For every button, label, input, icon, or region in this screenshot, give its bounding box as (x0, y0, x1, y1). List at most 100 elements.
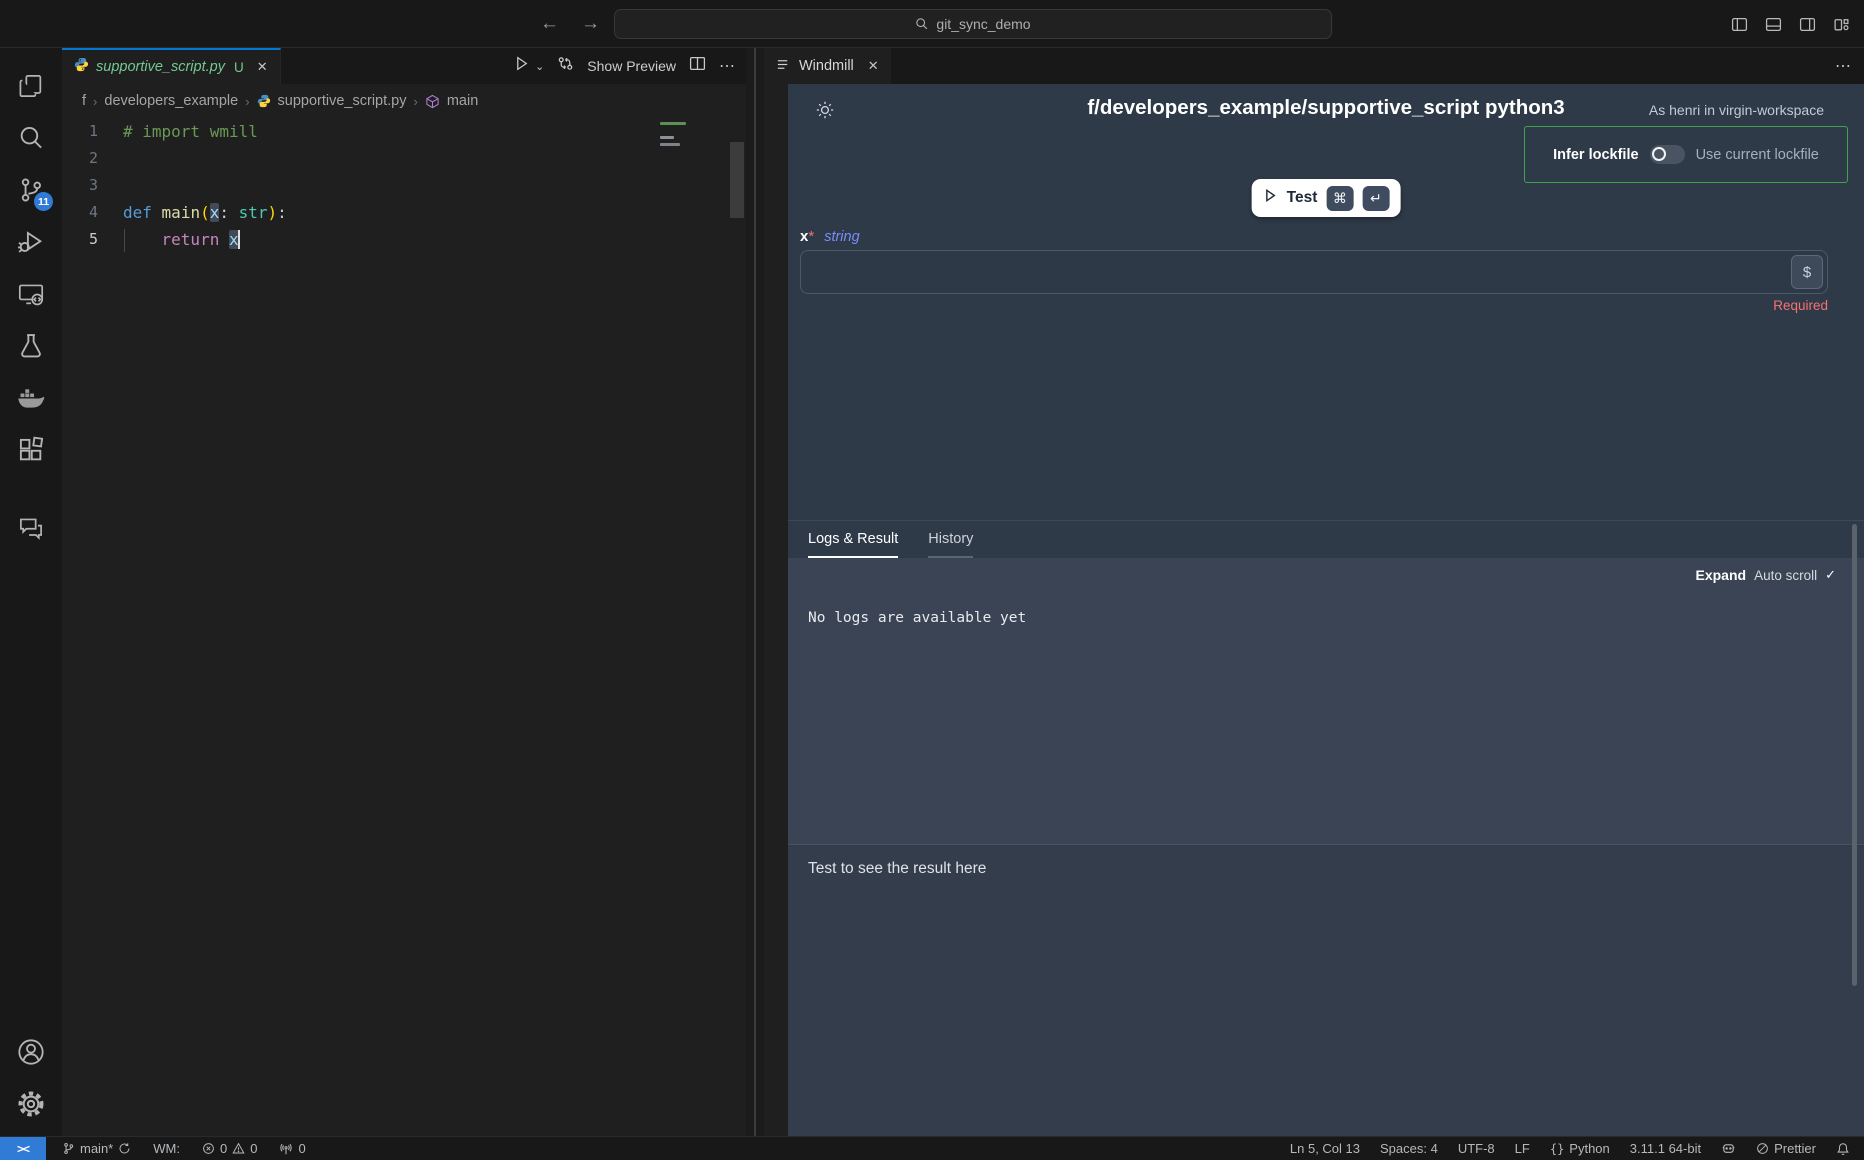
schema-form: x* string $ Required (800, 228, 1828, 313)
copilot-icon[interactable] (1721, 1141, 1736, 1156)
run-python-file-icon[interactable] (513, 55, 530, 77)
search-icon (915, 17, 929, 31)
account-icon[interactable] (7, 1026, 55, 1078)
tab-windmill[interactable]: Windmill ✕ (764, 48, 891, 84)
code-line-content: # import wmill (123, 118, 258, 145)
code-line[interactable]: 3 (62, 172, 746, 199)
variable-picker-button[interactable]: $ (1791, 255, 1823, 289)
code-token: return (162, 230, 220, 249)
code-token: : (219, 203, 238, 222)
source-control-icon[interactable]: 11 (7, 164, 55, 216)
remote-explorer-icon[interactable] (7, 268, 55, 320)
branch-status[interactable]: main* (62, 1141, 131, 1156)
python-interpreter[interactable]: 3.11.1 64-bit (1630, 1141, 1701, 1156)
code-line[interactable]: 1# import wmill (62, 118, 746, 145)
toggle-primary-sidebar-icon[interactable] (1731, 16, 1748, 33)
indentation[interactable]: Spaces: 4 (1380, 1141, 1438, 1156)
code-lines: 1# import wmill234def main(x: str):5 ret… (62, 118, 746, 253)
warning-icon (232, 1142, 245, 1155)
indent-guide (124, 229, 125, 252)
tab-history[interactable]: History (928, 521, 973, 558)
testing-icon[interactable] (7, 320, 55, 372)
tab-close-icon[interactable]: ✕ (257, 59, 268, 75)
windmill-webview: f/developers_example/supportive_script p… (788, 84, 1864, 1136)
customize-layout-icon[interactable] (1833, 16, 1850, 33)
infer-lockfile-label: Infer lockfile (1553, 147, 1638, 163)
line-number: 3 (62, 172, 123, 199)
x-argument-input[interactable] (800, 250, 1828, 294)
port-count: 0 (298, 1141, 305, 1156)
breadcrumb-root[interactable]: f (82, 93, 86, 109)
extensions-icon[interactable] (7, 424, 55, 476)
lockfile-toggle[interactable] (1650, 145, 1685, 164)
ports-status[interactable]: 0 (279, 1141, 305, 1156)
settings-gear-icon[interactable] (7, 1078, 55, 1130)
use-current-lockfile-label: Use current lockfile (1696, 147, 1819, 163)
minimap[interactable] (660, 122, 702, 150)
webview-scrollbar[interactable] (1852, 524, 1857, 986)
search-view-icon[interactable] (7, 112, 55, 164)
code-token: x (210, 203, 220, 222)
python-file-icon (74, 57, 89, 77)
tab-logs-result[interactable]: Logs & Result (808, 521, 898, 558)
python-file-icon (257, 94, 271, 108)
error-count: 0 (220, 1141, 227, 1156)
code-token: main (162, 203, 201, 222)
nav-back-icon[interactable]: ← (540, 13, 559, 35)
comments-icon[interactable] (7, 502, 55, 554)
run-debug-icon[interactable] (7, 216, 55, 268)
editor-scrollbar[interactable] (730, 142, 744, 218)
breadcrumb-symbol[interactable]: main (447, 93, 478, 109)
remote-icon: >< (17, 1142, 29, 1156)
breadcrumb-folder[interactable]: developers_example (104, 93, 238, 109)
language-mode[interactable]: {} Python (1550, 1141, 1610, 1156)
autoscroll-label[interactable]: Auto scroll (1754, 568, 1817, 583)
code-token: # import wmill (123, 122, 258, 141)
result-placeholder: Test to see the result here (788, 846, 1864, 878)
eol-sequence[interactable]: LF (1515, 1141, 1530, 1156)
windmill-more-actions-icon[interactable]: ⋯ (1835, 56, 1852, 76)
editor-split-sash[interactable] (746, 48, 764, 1136)
cursor-position[interactable]: Ln 5, Col 13 (1290, 1141, 1360, 1156)
split-editor-icon[interactable] (689, 55, 706, 77)
test-button[interactable]: Test ⌘ ↵ (1252, 179, 1401, 217)
line-number: 4 (62, 199, 123, 226)
expand-button[interactable]: Expand (1695, 567, 1746, 583)
editor-more-actions-icon[interactable]: ⋯ (719, 56, 736, 76)
explorer-icon[interactable] (7, 60, 55, 112)
toggle-secondary-sidebar-icon[interactable] (1799, 16, 1816, 33)
required-message: Required (800, 298, 1828, 313)
code-editor[interactable]: 1# import wmill234def main(x: str):5 ret… (62, 118, 746, 1136)
enter-key-icon: ↵ (1362, 186, 1389, 211)
code-line[interactable]: 2 (62, 145, 746, 172)
notifications-bell-icon[interactable] (1836, 1142, 1850, 1156)
code-line-content: def main(x: str): (123, 199, 287, 226)
sync-icon (118, 1142, 131, 1155)
show-preview-button[interactable]: Show Preview (587, 58, 676, 74)
code-line[interactable]: 4def main(x: str): (62, 199, 746, 226)
command-center-search[interactable]: git_sync_demo (614, 9, 1332, 39)
line-number: 1 (62, 118, 123, 145)
problems-status[interactable]: 0 0 (202, 1141, 257, 1156)
breadcrumb-separator: › (245, 94, 249, 109)
docker-icon[interactable] (7, 372, 55, 424)
vscode-window: ← → git_sync_demo 11 (0, 0, 1864, 1160)
breadcrumb-file[interactable]: supportive_script.py (278, 93, 407, 109)
remote-indicator[interactable]: >< (0, 1137, 46, 1160)
code-token: str (239, 203, 268, 222)
open-changes-icon[interactable] (557, 55, 574, 77)
toggle-panel-icon[interactable] (1765, 16, 1782, 33)
code-line[interactable]: 5 return x (62, 226, 746, 253)
wm-label: WM: (153, 1141, 180, 1156)
code-token (152, 203, 162, 222)
nav-forward-icon[interactable]: → (581, 13, 600, 35)
tab-supportive-script[interactable]: supportive_script.py U ✕ (62, 48, 281, 84)
run-dropdown-chevron-icon[interactable]: ⌄ (535, 60, 544, 73)
encoding[interactable]: UTF-8 (1458, 1141, 1495, 1156)
autoscroll-check-icon[interactable]: ✓ (1825, 567, 1836, 583)
prettier-status[interactable]: Prettier (1756, 1141, 1816, 1156)
windmill-status[interactable]: WM: (153, 1141, 180, 1156)
editor-group: supportive_script.py U ✕ ⌄ Show Preview … (62, 48, 746, 1136)
windmill-tab-close-icon[interactable]: ✕ (868, 58, 879, 74)
code-token: ) (268, 203, 278, 222)
